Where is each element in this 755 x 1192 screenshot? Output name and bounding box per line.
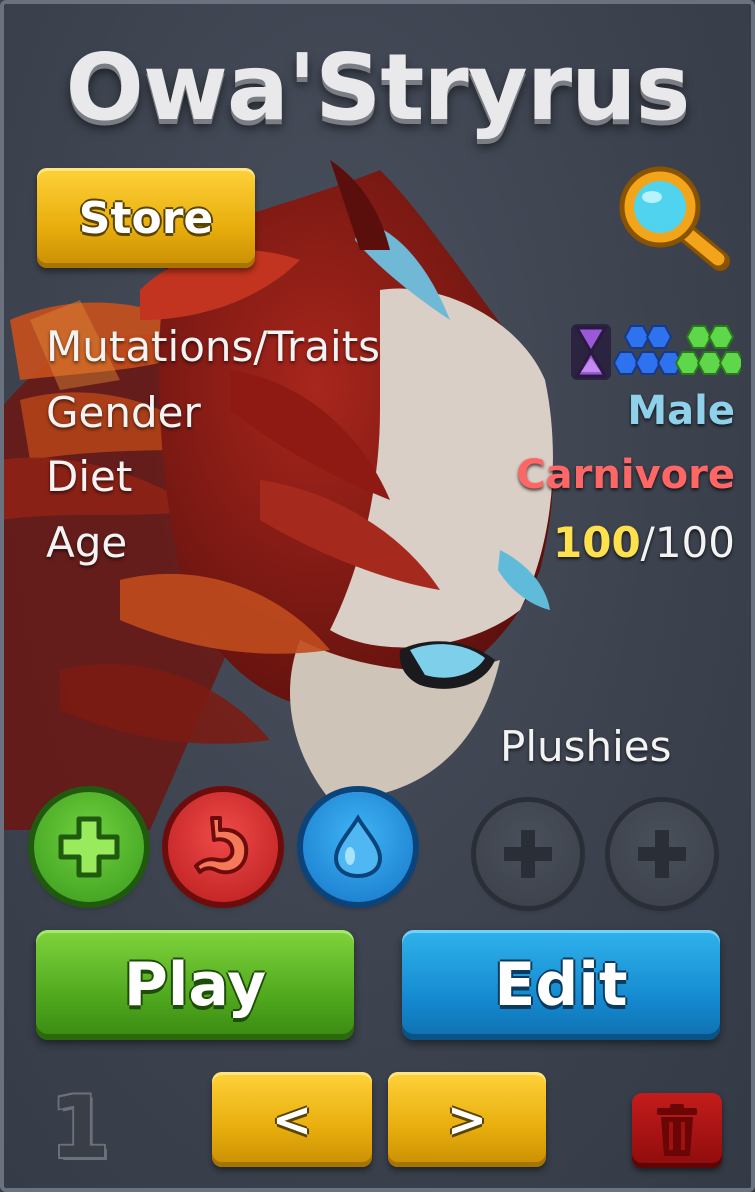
next-button-label: > — [446, 1091, 488, 1148]
feed-button[interactable] — [168, 792, 278, 902]
age-label: Age — [46, 518, 128, 567]
creature-card: Owa'Stryrus Store Mutations/Traits Gende… — [0, 0, 755, 1192]
store-button[interactable]: Store — [37, 168, 255, 268]
plushies-label: Plushies — [500, 722, 672, 771]
age-value: 100/100 — [553, 518, 735, 567]
play-button-label: Play — [123, 950, 267, 1020]
green-hexagons-icon — [674, 325, 746, 375]
blue-hexagons-icon — [612, 325, 684, 375]
magnifier-icon[interactable] — [612, 163, 732, 273]
age-current: 100 — [553, 518, 641, 567]
plus-icon — [504, 830, 552, 878]
mutations-label: Mutations/Traits — [46, 322, 381, 371]
stomach-icon — [194, 816, 249, 875]
play-button[interactable]: Play — [36, 930, 354, 1040]
heal-plus-icon — [58, 816, 120, 878]
mutation-icons — [569, 322, 746, 382]
gender-value: Male — [627, 388, 735, 434]
age-max: /100 — [640, 518, 735, 567]
hourglass-icon — [571, 324, 611, 380]
plushie-slot-2[interactable] — [610, 802, 714, 906]
water-button[interactable] — [303, 792, 413, 902]
water-drop-icon — [333, 814, 383, 879]
creature-name: Owa'Stryrus — [65, 34, 691, 141]
gender-label: Gender — [46, 388, 201, 437]
heal-button[interactable] — [34, 792, 144, 902]
previous-button-label: < — [271, 1091, 313, 1148]
slot-number: 1 — [50, 1078, 110, 1178]
plushie-slot-1[interactable] — [476, 802, 580, 906]
next-button[interactable]: > — [388, 1072, 546, 1167]
trash-icon — [657, 1103, 697, 1156]
edit-button-label: Edit — [494, 950, 628, 1020]
edit-button[interactable]: Edit — [402, 930, 720, 1040]
store-button-label: Store — [78, 192, 214, 244]
diet-value: Carnivore — [516, 452, 735, 498]
delete-button[interactable] — [632, 1093, 722, 1168]
previous-button[interactable]: < — [212, 1072, 372, 1167]
diet-label: Diet — [46, 452, 133, 501]
plus-icon — [638, 830, 686, 878]
